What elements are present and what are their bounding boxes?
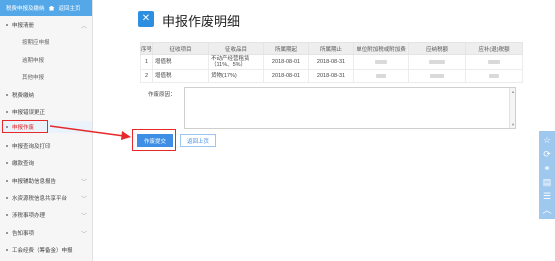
chevron-down-icon: ﹀ (80, 180, 87, 186)
chevron-down-icon: ﹀ (80, 232, 87, 238)
sidebar-item-aux-report[interactable]: 申报辅助信息报告 ﹀ (0, 175, 92, 187)
void-detail-table: 序号 征收项目 征收品目 所属期起 所属期止 单位附加税或附加费 应纳税额 应补… (140, 42, 523, 83)
sidebar-header: 税费申报及缴纳 返回主页 (0, 0, 92, 16)
page-title: 申报作废明细 (162, 14, 241, 29)
star-icon[interactable]: ☆ (543, 135, 551, 145)
row-blurred-value (353, 54, 409, 70)
row-item: 增值税 (152, 54, 209, 70)
sidebar-item-notices[interactable]: 告知事项 ﹀ (0, 227, 92, 239)
bullet-icon (6, 24, 8, 26)
void-submit-button[interactable]: 作废提交 (137, 134, 173, 147)
sidebar-item-payment-query[interactable]: 缴款查询 (0, 157, 92, 169)
row-end: 2018-08-31 (308, 54, 354, 70)
document-x-icon: ✕ (138, 11, 154, 27)
column-header: 征收品目 (208, 42, 264, 55)
sidebar-item-other-filing[interactable]: 其他申报 (0, 71, 92, 83)
return-home-link[interactable]: 返回主页 (59, 4, 81, 12)
sidebar-item-error-correction[interactable]: 申报错误更正 (0, 106, 92, 118)
bullet-icon (6, 249, 8, 251)
column-header: 所属期起 (263, 42, 309, 55)
textarea-scrollbar[interactable]: ▲ ▼ (509, 88, 515, 128)
floating-toolbar: ☆ ⟳ ⚭ ▤ ☰ ︿ (539, 131, 555, 219)
row-subitem: 货物(17%) (208, 69, 264, 83)
row-index: 1 (140, 54, 153, 70)
column-header: 应补(退)税额 (465, 42, 523, 55)
sidebar-item-tax-payment[interactable]: 税费缴纳 (0, 89, 92, 101)
row-blurred-value (353, 69, 409, 83)
bullet-icon (6, 232, 8, 234)
chevron-up-icon: ︿ (80, 24, 87, 30)
sidebar-item-tax-affairs[interactable]: 涉税事项办理 ﹀ (0, 209, 92, 221)
sidebar-item-periodic-filing[interactable]: 按期应申报 (0, 36, 92, 48)
list-icon[interactable]: ☰ (543, 191, 551, 201)
row-item: 增值税 (152, 69, 209, 83)
link-icon[interactable]: ⚭ (543, 163, 551, 173)
sidebar-item-overdue-filing[interactable]: 逾期申报 (0, 54, 92, 66)
table-header-row: 序号 征收项目 征收品目 所属期起 所属期止 单位附加税或附加费 应纳税额 应补… (140, 42, 523, 55)
bullet-icon (6, 111, 8, 113)
sidebar-item-water-tax-platform[interactable]: 水资源税信息共享平台 ﹀ (0, 192, 92, 204)
void-reason-label: 作废原因： (148, 92, 176, 98)
home-icon (48, 5, 55, 11)
sidebar-back-link[interactable]: 税费申报及缴纳 (6, 4, 45, 12)
sidebar: 税费申报及缴纳 返回主页 申报清册 ︿ 按期应申报 逾期申报 其他申报 税费缴纳… (0, 0, 93, 261)
row-start: 2018-08-01 (263, 54, 309, 70)
sidebar-item-filing-list[interactable]: 申报清册 ︿ (0, 19, 92, 31)
bullet-icon (6, 162, 8, 164)
void-reason-textarea[interactable]: ▲ ▼ (184, 87, 516, 129)
bullet-icon (6, 197, 8, 199)
back-button[interactable]: 返回上页 (180, 134, 216, 147)
bullet-icon (6, 180, 8, 182)
column-header: 所属期止 (308, 42, 354, 55)
refresh-icon[interactable]: ⟳ (543, 149, 551, 159)
row-blurred-value (465, 54, 523, 70)
sidebar-item-filing-query-print[interactable]: 申报查询及打印 (0, 140, 92, 152)
chevron-down-icon: ﹀ (80, 197, 87, 203)
sidebar-item-union-fee[interactable]: 工会经费（筹备金）申报 (0, 244, 92, 256)
column-header: 单位附加税或附加费 (353, 42, 409, 55)
column-header: 应纳税额 (408, 42, 466, 55)
row-subitem: 不动产经营租赁（11%、5%） (208, 54, 264, 70)
bullet-icon (6, 94, 8, 96)
annotation-highlight-sidebar (2, 120, 48, 133)
chevron-down-icon: ﹀ (80, 214, 87, 220)
row-blurred-value (408, 69, 466, 83)
table-row: 1 增值税 不动产经营租赁（11%、5%） 2018-08-01 2018-08… (140, 54, 523, 70)
bullet-icon (6, 214, 8, 216)
row-index: 2 (140, 69, 153, 83)
row-blurred-value (465, 69, 523, 83)
row-end: 2018-08-31 (308, 69, 354, 83)
scroll-up-icon[interactable]: ▲ (511, 89, 515, 94)
chevron-up-icon[interactable]: ︿ (542, 205, 551, 215)
row-start: 2018-08-01 (263, 69, 309, 83)
column-header: 序号 (140, 42, 153, 55)
document-icon[interactable]: ▤ (543, 177, 552, 187)
scroll-down-icon[interactable]: ▼ (511, 122, 515, 127)
bullet-icon (6, 145, 8, 147)
column-header: 征收项目 (152, 42, 209, 55)
table-row: 2 增值税 货物(17%) 2018-08-01 2018-08-31 (140, 69, 523, 83)
row-blurred-value (408, 54, 466, 70)
